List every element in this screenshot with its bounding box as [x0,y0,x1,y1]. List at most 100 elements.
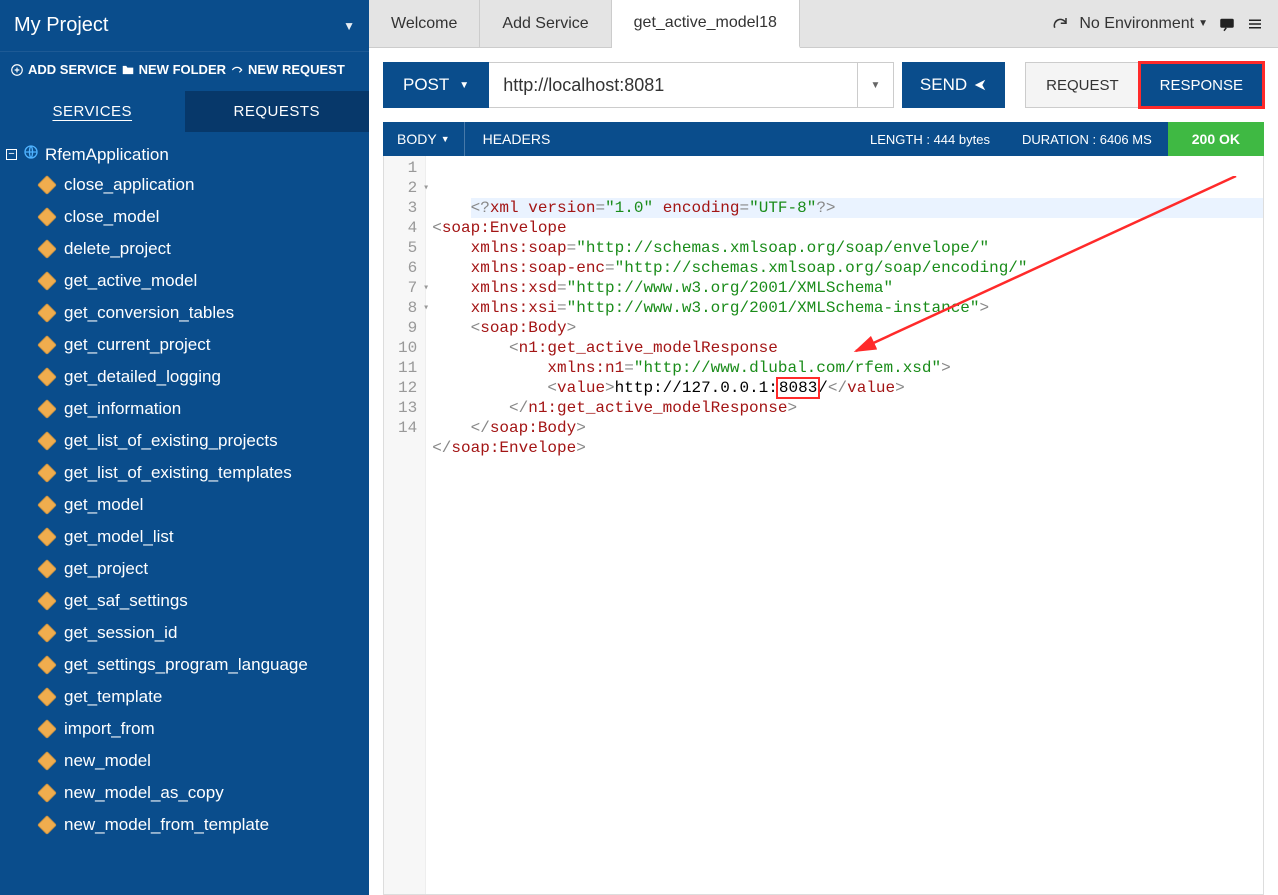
send-button[interactable]: SEND [902,62,1005,108]
operation-icon [37,719,57,739]
service-item[interactable]: get_saf_settings [0,585,369,617]
service-label: get_active_model [64,271,197,291]
code-line[interactable]: <soap:Envelope [432,218,1257,238]
operation-icon [37,559,57,579]
chat-button[interactable] [1218,15,1236,33]
service-label: new_model_as_copy [64,783,224,803]
code-line[interactable]: xmlns:soap-enc="http://schemas.xmlsoap.o… [432,258,1257,278]
project-actions: ADD SERVICE NEW FOLDER NEW REQUEST [0,52,369,91]
method-selector[interactable]: POST ▼ [383,62,489,108]
service-item[interactable]: get_session_id [0,617,369,649]
request-view-button[interactable]: REQUEST [1026,63,1140,107]
plus-circle-icon [10,63,24,77]
service-tree[interactable]: − RfemApplication close_applicationclose… [0,132,369,895]
top-tab[interactable]: Add Service [480,0,611,47]
service-label: get_detailed_logging [64,367,221,387]
project-title: My Project [14,14,343,37]
service-item[interactable]: get_conversion_tables [0,297,369,329]
service-item[interactable]: get_model [0,489,369,521]
tree-root-label: RfemApplication [45,145,169,165]
operation-icon [37,751,57,771]
refresh-button[interactable] [1051,15,1069,33]
tab-services[interactable]: SERVICES [0,91,185,132]
code-line[interactable]: xmlns:xsi="http://www.w3.org/2001/XMLSch… [432,298,1257,318]
url-input[interactable] [489,63,857,107]
code-line[interactable]: </soap:Body> [432,418,1257,438]
service-label: get_saf_settings [64,591,188,611]
service-item[interactable]: get_settings_program_language [0,649,369,681]
top-tab[interactable]: get_active_model18 [612,0,800,48]
service-item[interactable]: delete_project [0,233,369,265]
response-body-editor[interactable]: 1234567891011121314 <?xml version="1.0" … [383,156,1264,895]
service-item[interactable]: close_model [0,201,369,233]
operation-icon [37,591,57,611]
code-line[interactable]: <soap:Body> [432,318,1257,338]
collapse-icon[interactable]: − [6,149,17,160]
sidebar-tabs: SERVICES REQUESTS [0,91,369,132]
service-item[interactable]: get_list_of_existing_templates [0,457,369,489]
chat-icon [1218,15,1236,33]
service-item[interactable]: get_project [0,553,369,585]
response-headers-tab[interactable]: HEADERS [465,131,569,147]
menu-button[interactable] [1246,15,1264,33]
code-line[interactable]: </soap:Envelope> [432,438,1257,458]
service-item[interactable]: new_model_as_copy [0,777,369,809]
url-field[interactable] [489,62,858,108]
project-header[interactable]: My Project ▼ [0,0,369,52]
tree-root[interactable]: − RfemApplication [0,140,369,169]
service-item[interactable]: get_template [0,681,369,713]
tab-requests[interactable]: REQUESTS [185,91,370,132]
service-label: get_settings_program_language [64,655,308,675]
service-item[interactable]: get_model_list [0,521,369,553]
service-label: get_session_id [64,623,177,643]
operation-icon [37,783,57,803]
top-tab[interactable]: Welcome [369,0,480,47]
service-label: import_from [64,719,155,739]
service-item[interactable]: get_information [0,393,369,425]
code-line[interactable]: <?xml version="1.0" encoding="UTF-8"?> [471,198,1264,218]
service-label: get_list_of_existing_templates [64,463,292,483]
code-line[interactable]: <value>http://127.0.0.1:8083/</value> [432,378,1257,398]
service-label: get_list_of_existing_projects [64,431,278,451]
service-item[interactable]: get_current_project [0,329,369,361]
service-item[interactable]: get_list_of_existing_projects [0,425,369,457]
code-line[interactable]: xmlns:n1="http://www.dlubal.com/rfem.xsd… [432,358,1257,378]
menu-icon [1246,15,1264,33]
code-line[interactable]: <n1:get_active_modelResponse [432,338,1257,358]
request-icon [230,63,244,77]
service-label: get_information [64,399,181,419]
request-response-toggle: REQUEST RESPONSE [1025,62,1264,108]
response-info-bar: BODY ▼ HEADERS LENGTH : 444 bytes DURATI… [383,122,1264,156]
code-line[interactable]: xmlns:soap="http://schemas.xmlsoap.org/s… [432,238,1257,258]
folder-plus-icon [121,63,135,77]
operation-icon [37,463,57,483]
service-item[interactable]: new_model_from_template [0,809,369,841]
service-label: get_conversion_tables [64,303,234,323]
code-body[interactable]: <?xml version="1.0" encoding="UTF-8"?><s… [426,156,1263,894]
code-line[interactable]: xmlns:xsd="http://www.w3.org/2001/XMLSch… [432,278,1257,298]
operation-icon [37,271,57,291]
service-item[interactable]: get_active_model [0,265,369,297]
refresh-icon [1051,15,1069,33]
url-history-dropdown[interactable]: ▼ [858,62,894,108]
service-item[interactable]: close_application [0,169,369,201]
chevron-down-icon: ▼ [1198,18,1208,29]
globe-icon [23,144,39,165]
service-label: new_model_from_template [64,815,269,835]
service-label: close_application [64,175,194,195]
operation-icon [37,687,57,707]
operation-icon [37,431,57,451]
operation-icon [37,655,57,675]
response-view-button[interactable]: RESPONSE [1140,63,1263,107]
response-body-tab[interactable]: BODY ▼ [383,122,465,156]
environment-selector[interactable]: No Environment ▼ [1079,15,1208,33]
new-request-button[interactable]: NEW REQUEST [230,62,345,77]
new-folder-button[interactable]: NEW FOLDER [121,62,226,77]
service-item[interactable]: get_detailed_logging [0,361,369,393]
service-item[interactable]: import_from [0,713,369,745]
add-service-button[interactable]: ADD SERVICE [10,62,117,77]
chevron-down-icon: ▼ [459,80,469,91]
chevron-down-icon: ▼ [870,80,880,91]
code-line[interactable]: </n1:get_active_modelResponse> [432,398,1257,418]
service-item[interactable]: new_model [0,745,369,777]
